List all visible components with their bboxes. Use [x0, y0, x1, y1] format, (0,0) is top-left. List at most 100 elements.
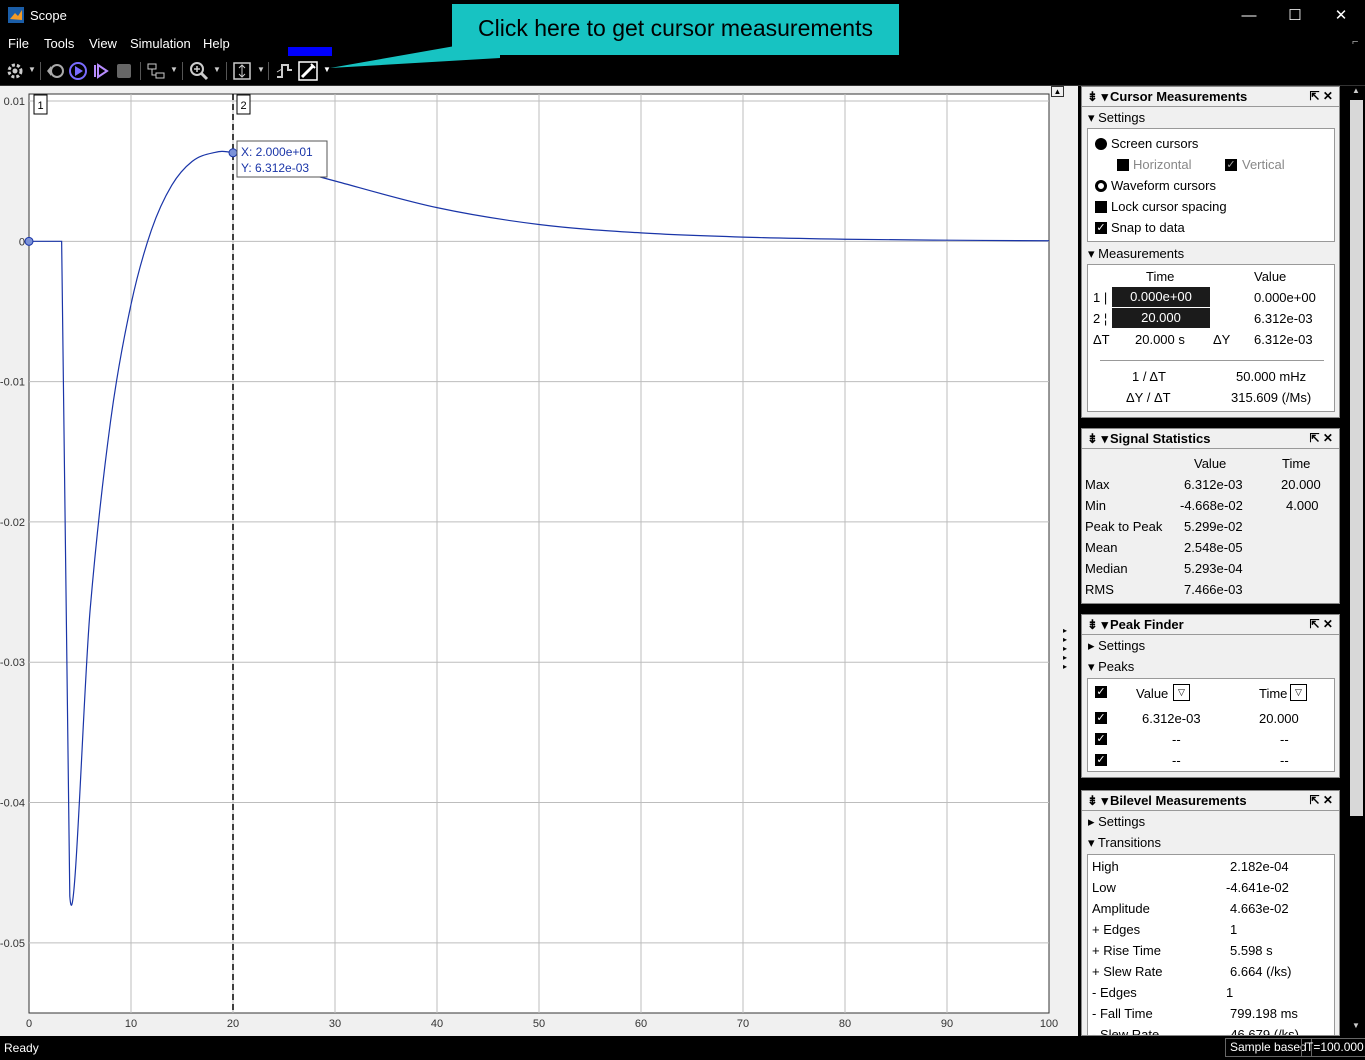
bilevel-value: 1 [1226, 985, 1234, 1000]
peak-checkbox[interactable]: ✓ [1095, 754, 1107, 766]
status-bar: Ready Sample based T=100.000 [0, 1036, 1365, 1060]
x-tick-label: 70 [737, 1018, 749, 1030]
undock-icon[interactable]: ⌐ [1352, 36, 1358, 48]
pin-icon[interactable]: ⇟ ▾ [1087, 87, 1108, 106]
collapse-panel-icon[interactable]: ▸ ▸ ▸ ▸ ▸ [1063, 626, 1075, 671]
menu-view[interactable]: View [89, 36, 117, 51]
scale-axes-icon[interactable] [231, 60, 253, 82]
panel-controls-icon[interactable]: ⇱ ✕ [1310, 429, 1333, 448]
delta-y-label: ΔY [1213, 332, 1231, 347]
stat-time-min: 4.000 [1286, 498, 1319, 513]
delta-t-value: 20.000 s [1135, 332, 1185, 347]
lock-spacing-checkbox[interactable] [1095, 201, 1107, 213]
settings-section-toggle[interactable]: ▸ Settings [1082, 635, 1339, 656]
stat-label-median: Median [1085, 561, 1128, 576]
menu-file[interactable]: File [8, 36, 29, 51]
panel-controls-icon[interactable]: ⇱ ✕ [1310, 615, 1333, 634]
callout-tooltip: Click here to get cursor measurements [452, 4, 899, 55]
peak-checkbox[interactable]: ✓ [1095, 733, 1107, 745]
horizontal-checkbox[interactable] [1117, 159, 1129, 171]
stat-value-rms: 7.466e-03 [1184, 582, 1243, 597]
cursor-measurements-icon[interactable] [297, 60, 319, 82]
peaks-table: ✓ Value ▽ Time ▽ ✓ 6.312e-03 20.000 ✓ --… [1087, 678, 1335, 772]
bilevel-value: 5.598 s [1230, 943, 1273, 958]
scrollbar-thumb[interactable] [1350, 100, 1363, 816]
y-tick-label: -0.05 [0, 938, 25, 950]
scroll-up-icon[interactable]: ▲ [1352, 86, 1360, 95]
panel-controls-icon[interactable]: ⇱ ✕ [1310, 791, 1333, 810]
x-tick-label: 50 [533, 1018, 545, 1030]
waveform-cursors-radio[interactable] [1095, 180, 1107, 192]
highlight-block-icon[interactable] [145, 60, 167, 82]
menu-tools[interactable]: Tools [44, 36, 74, 51]
stop-icon[interactable] [113, 60, 135, 82]
triggers-icon[interactable] [273, 60, 295, 82]
peak-time: 20.000 [1259, 711, 1299, 726]
screen-cursors-radio[interactable] [1095, 138, 1107, 150]
y-tick-label: -0.01 [0, 377, 25, 389]
value-sort-icon[interactable]: ▽ [1173, 684, 1190, 701]
dy-dt-value: 315.609 (/Ms) [1231, 390, 1312, 405]
vertical-checkbox[interactable]: ✓ [1225, 159, 1237, 171]
window-title: Scope [30, 8, 67, 23]
pin-icon[interactable]: ⇟ ▾ [1087, 791, 1108, 810]
menu-help[interactable]: Help [203, 36, 230, 51]
step-forward-icon[interactable] [90, 60, 112, 82]
stat-value-max: 6.312e-03 [1184, 477, 1243, 492]
cursor1-time-field[interactable]: 0.000e+00 [1112, 287, 1210, 307]
stat-label-p2p: Peak to Peak [1085, 519, 1163, 534]
pin-icon[interactable]: ⇟ ▾ [1087, 615, 1108, 634]
time-sort-icon[interactable]: ▽ [1290, 684, 1307, 701]
zoom-dropdown-icon[interactable]: ▼ [213, 65, 221, 74]
panel-header[interactable]: ⇟ ▾ Cursor Measurements ⇱ ✕ [1082, 87, 1339, 107]
peak-time: -- [1280, 753, 1289, 768]
settings-section-toggle[interactable]: ▾ Settings [1082, 107, 1339, 128]
measurements-section-toggle[interactable]: ▾ Measurements [1082, 243, 1184, 264]
toolbar-separator [226, 62, 227, 80]
time-header: Time [1282, 456, 1311, 471]
minimize-button[interactable]: — [1239, 6, 1259, 26]
snap-checkbox[interactable]: ✓ [1095, 222, 1107, 234]
transitions-table: High 2.182e-04 Low -4.641e-02 Amplitude … [1087, 854, 1335, 1036]
panel-header[interactable]: ⇟ ▾ Signal Statistics ⇱ ✕ [1082, 429, 1339, 449]
run-icon[interactable] [67, 60, 89, 82]
x-tick-label: 40 [431, 1018, 443, 1030]
bilevel-label: - Fall Time [1092, 1006, 1153, 1021]
panel-controls-icon[interactable]: ⇱ ✕ [1310, 87, 1333, 106]
panel-header[interactable]: ⇟ ▾ Peak Finder ⇱ ✕ [1082, 615, 1339, 635]
scope-plot[interactable]: 0 10 20 30 40 50 60 70 80 90 100 0.01 0 -0.01 -0.02 -0.… [0, 86, 1078, 1036]
peak-finder-panel: ⇟ ▾ Peak Finder ⇱ ✕ ▸ Settings ▾ Peaks ✓ V… [1081, 614, 1340, 778]
close-button[interactable]: ✕ [1331, 6, 1351, 26]
select-all-checkbox[interactable]: ✓ [1095, 686, 1107, 698]
stat-value-min: -4.668e-02 [1180, 498, 1243, 513]
toolbar: ▼ ▼ ▼ ▼ ▼ [0, 56, 1365, 86]
x-tick-label: 20 [227, 1018, 239, 1030]
bilevel-measurements-panel: ⇟ ▾ Bilevel Measurements ⇱ ✕ ▸ Settings ▾ … [1081, 790, 1340, 1036]
settings-section-toggle[interactable]: ▸ Settings [1082, 811, 1339, 832]
scale-dropdown-icon[interactable]: ▼ [257, 65, 265, 74]
matlab-icon [8, 7, 24, 23]
bilevel-value: 2.182e-04 [1230, 859, 1289, 874]
undock-plot-icon[interactable]: ▲ [1051, 86, 1064, 97]
scroll-down-icon[interactable]: ▼ [1352, 1021, 1360, 1030]
pin-icon[interactable]: ⇟ ▾ [1087, 429, 1108, 448]
transitions-section-toggle[interactable]: ▾ Transitions [1082, 832, 1339, 853]
settings-gear-icon[interactable] [4, 60, 26, 82]
zoom-icon[interactable] [188, 60, 210, 82]
cursor-2-marker [228, 148, 238, 158]
maximize-button[interactable]: ☐ [1285, 6, 1305, 26]
menu-simulation[interactable]: Simulation [130, 36, 191, 51]
sidebar-scrollbar[interactable]: ▲ ▼ [1348, 86, 1365, 1036]
highlight-dropdown-icon[interactable]: ▼ [170, 65, 178, 74]
peak-checkbox[interactable]: ✓ [1095, 712, 1107, 724]
toolbar-separator [140, 62, 141, 80]
value-header: Value [1136, 686, 1169, 701]
settings-dropdown-icon[interactable]: ▼ [28, 65, 36, 74]
bilevel-value: -46.679 (/ks) [1226, 1027, 1299, 1036]
cursor2-time-field[interactable]: 20.000 [1112, 308, 1210, 328]
cursor1-value: 0.000e+00 [1254, 290, 1316, 305]
peaks-section-toggle[interactable]: ▾ Peaks [1082, 656, 1339, 677]
scope-display[interactable]: 0 10 20 30 40 50 60 70 80 90 100 0.01 0 -0.01 -0.02 -0.… [0, 86, 1078, 1036]
panel-header[interactable]: ⇟ ▾ Bilevel Measurements ⇱ ✕ [1082, 791, 1339, 811]
step-back-icon[interactable] [45, 60, 67, 82]
